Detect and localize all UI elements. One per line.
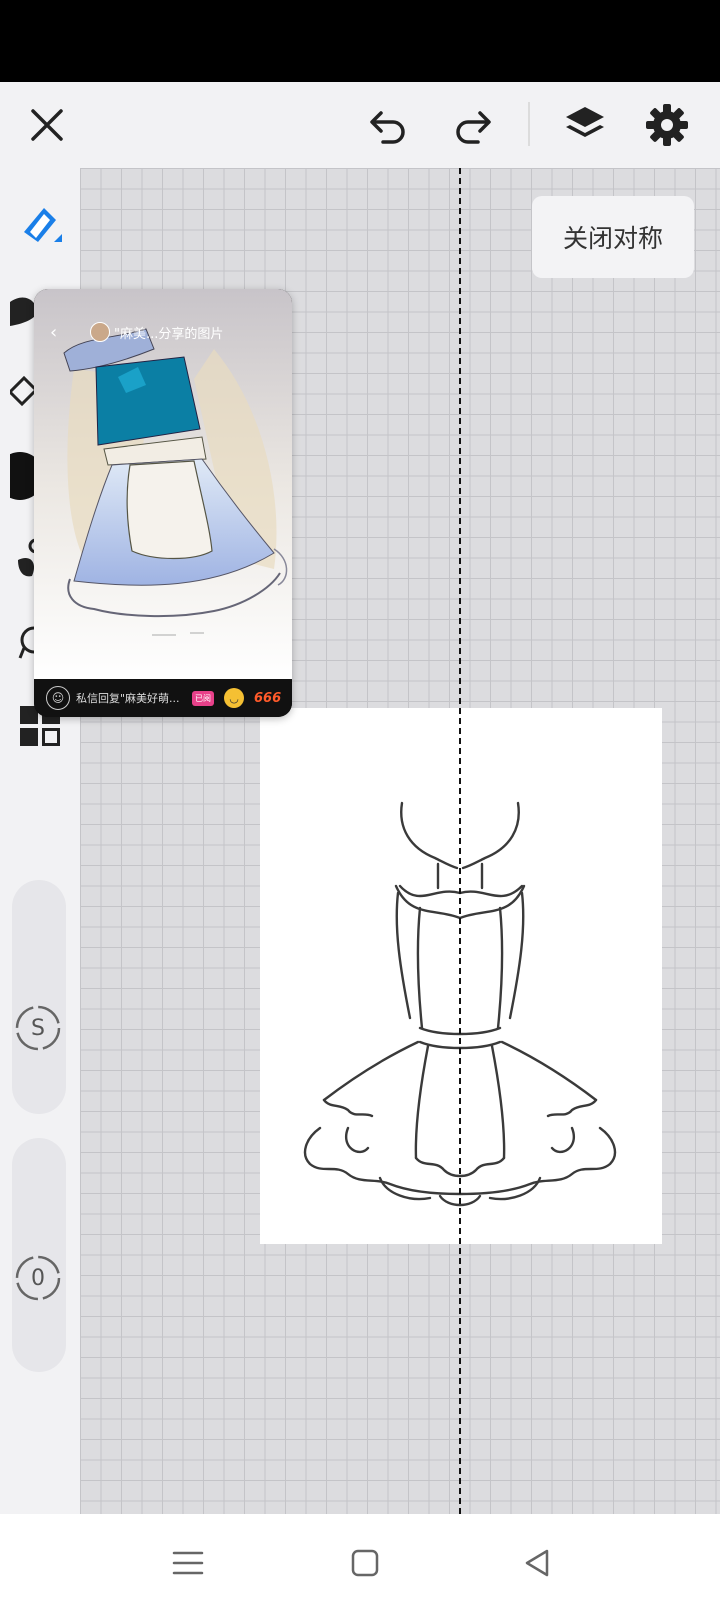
size-label: S bbox=[31, 1015, 45, 1041]
reply-input[interactable]: 私信回复"麻美好萌... bbox=[76, 690, 182, 706]
close-icon[interactable] bbox=[22, 100, 72, 150]
emoji-icon[interactable]: ☺ bbox=[46, 686, 70, 710]
symmetry-line[interactable] bbox=[459, 168, 461, 1514]
redo-icon[interactable] bbox=[447, 100, 497, 150]
reference-title: "麻美...分享的图片 bbox=[114, 326, 224, 342]
reference-image bbox=[34, 289, 292, 679]
menu-icon[interactable] bbox=[163, 1538, 213, 1588]
badge-666[interactable]: 666 bbox=[254, 691, 281, 706]
home-icon[interactable] bbox=[340, 1538, 390, 1588]
dress-sketch bbox=[303, 801, 617, 1207]
toolbar-divider bbox=[528, 102, 530, 146]
back-nav-icon[interactable] bbox=[512, 1538, 562, 1588]
pen-icon[interactable] bbox=[10, 196, 70, 252]
opacity-slider-knob[interactable]: 0 bbox=[14, 1254, 62, 1302]
size-slider[interactable]: S bbox=[12, 880, 66, 1114]
system-nav-bar bbox=[0, 1514, 720, 1612]
reference-footer: ☺ 私信回复"麻美好萌... 已阅 ◡ 666 bbox=[34, 679, 292, 717]
upside-down-face-icon[interactable]: ◡ bbox=[224, 688, 244, 708]
opacity-label: 0 bbox=[31, 1265, 45, 1291]
gear-icon[interactable] bbox=[642, 100, 692, 150]
reference-image-window[interactable]: ‹ "麻美...分享的图片 ☺ 私信回复"麻美好萌... 已阅 ◡ 666 bbox=[34, 289, 292, 717]
back-icon[interactable]: ‹ bbox=[50, 322, 68, 343]
undo-icon[interactable] bbox=[364, 100, 414, 150]
status-bar bbox=[0, 0, 720, 82]
reference-header: ‹ "麻美...分享的图片 bbox=[34, 319, 292, 345]
drawing-paper[interactable] bbox=[260, 708, 662, 1244]
top-toolbar bbox=[0, 82, 720, 168]
close-symmetry-button[interactable]: 关闭对称 bbox=[532, 196, 694, 278]
avatar bbox=[90, 322, 110, 342]
size-slider-knob[interactable]: S bbox=[14, 1004, 62, 1052]
opacity-slider[interactable]: 0 bbox=[12, 1138, 66, 1372]
layers-icon[interactable] bbox=[560, 100, 610, 150]
read-tag: 已阅 bbox=[192, 690, 214, 706]
